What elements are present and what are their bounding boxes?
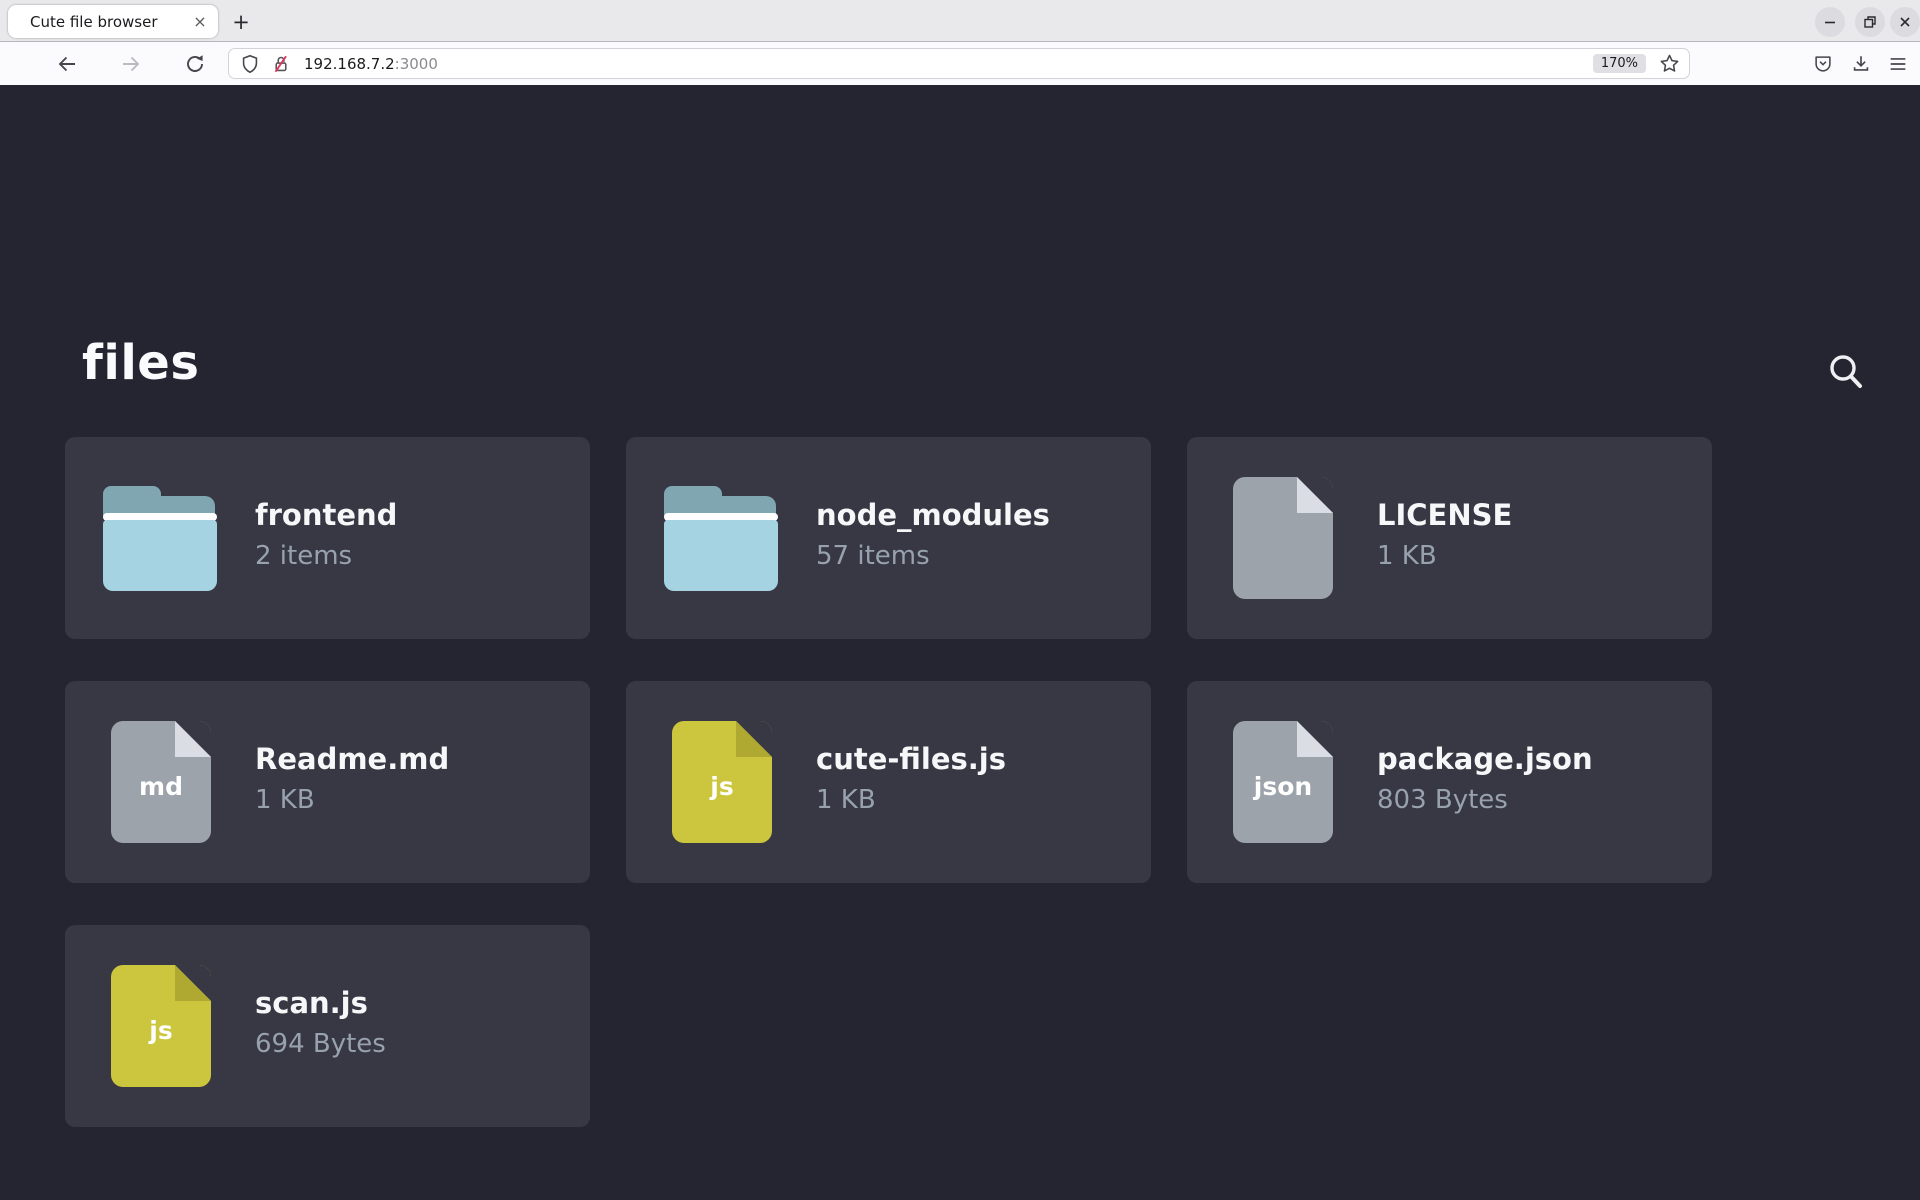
- card-text: Readme.md 1 KB: [255, 741, 574, 817]
- navigation-bar: 192.168.7.2:3000 170%: [0, 42, 1920, 85]
- tab-close-icon[interactable]: ×: [188, 10, 212, 34]
- card-text: package.json 803 Bytes: [1377, 741, 1696, 817]
- url-host: 192.168.7.2: [304, 55, 395, 73]
- card-icon-area: json: [1225, 681, 1355, 883]
- file-name: node_modules: [816, 497, 1135, 533]
- file-meta: 1 KB: [1377, 539, 1696, 573]
- menu-icon: [1887, 53, 1909, 75]
- file-name: package.json: [1377, 741, 1696, 777]
- card-icon-area: [664, 437, 794, 639]
- file-card[interactable]: js cute-files.js 1 KB: [626, 681, 1151, 883]
- file-grid: frontend 2 items node_modules 57 items LICEN…: [65, 437, 1712, 1127]
- search-icon: [1823, 350, 1869, 396]
- pocket-icon: [1812, 53, 1834, 75]
- tab-title: Cute file browser: [30, 13, 188, 31]
- file-meta: 803 Bytes: [1377, 783, 1696, 817]
- file-extension-label: js: [710, 764, 733, 801]
- download-icon: [1850, 53, 1872, 75]
- page-title: files: [82, 335, 199, 391]
- lock-slash-icon[interactable]: [270, 53, 292, 75]
- pocket-button[interactable]: [1808, 49, 1837, 78]
- file-card[interactable]: md Readme.md 1 KB: [65, 681, 590, 883]
- search-button[interactable]: [1820, 347, 1872, 399]
- minimize-button[interactable]: [1815, 7, 1845, 37]
- reload-button[interactable]: [180, 49, 209, 78]
- zoom-level-badge[interactable]: 170%: [1593, 54, 1646, 73]
- url-port: :3000: [395, 55, 438, 73]
- back-button[interactable]: [52, 49, 81, 78]
- card-icon-area: js: [103, 925, 233, 1127]
- file-meta: 1 KB: [816, 783, 1135, 817]
- card-text: node_modules 57 items: [816, 497, 1135, 573]
- forward-button[interactable]: [116, 49, 145, 78]
- card-text: frontend 2 items: [255, 497, 574, 573]
- browser-tab[interactable]: Cute file browser ×: [8, 5, 218, 38]
- file-card[interactable]: json package.json 803 Bytes: [1187, 681, 1712, 883]
- card-icon-area: md: [103, 681, 233, 883]
- file-icon: js: [111, 965, 211, 1087]
- card-text: cute-files.js 1 KB: [816, 741, 1135, 817]
- menu-button[interactable]: [1883, 49, 1912, 78]
- restore-icon: [1863, 15, 1877, 29]
- back-icon: [55, 52, 79, 76]
- shield-icon[interactable]: [239, 53, 261, 75]
- card-text: LICENSE 1 KB: [1377, 497, 1696, 573]
- file-icon: md: [111, 721, 211, 843]
- file-card[interactable]: frontend 2 items: [65, 437, 590, 639]
- file-name: cute-files.js: [816, 741, 1135, 777]
- close-icon: [1898, 15, 1912, 29]
- new-tab-button[interactable]: +: [227, 8, 255, 36]
- page-content: files frontend 2 items node_modules 57 item…: [0, 85, 1920, 1200]
- minimize-icon: [1823, 15, 1837, 29]
- file-meta: 694 Bytes: [255, 1027, 574, 1061]
- file-extension-label: md: [139, 764, 183, 801]
- card-icon-area: [1225, 437, 1355, 639]
- folder-icon: [103, 486, 217, 591]
- url-text: 192.168.7.2:3000: [304, 55, 1593, 73]
- file-name: Readme.md: [255, 741, 574, 777]
- file-extension-label: json: [1254, 764, 1312, 801]
- download-button[interactable]: [1846, 49, 1875, 78]
- file-name: LICENSE: [1377, 497, 1696, 533]
- file-card[interactable]: js scan.js 694 Bytes: [65, 925, 590, 1127]
- file-icon: json: [1233, 721, 1333, 843]
- reload-icon: [183, 52, 207, 76]
- card-text: scan.js 694 Bytes: [255, 985, 574, 1061]
- file-meta: 1 KB: [255, 783, 574, 817]
- file-extension-label: js: [149, 1008, 172, 1045]
- restore-button[interactable]: [1855, 7, 1885, 37]
- file-meta: 2 items: [255, 539, 574, 573]
- file-name: frontend: [255, 497, 574, 533]
- file-name: scan.js: [255, 985, 574, 1021]
- folder-icon: [664, 486, 778, 591]
- file-card[interactable]: node_modules 57 items: [626, 437, 1151, 639]
- close-button[interactable]: [1890, 7, 1920, 37]
- file-icon: [1233, 477, 1333, 599]
- card-icon-area: [103, 437, 233, 639]
- file-meta: 57 items: [816, 539, 1135, 573]
- file-card[interactable]: LICENSE 1 KB: [1187, 437, 1712, 639]
- tab-bar: Cute file browser × +: [0, 0, 1920, 42]
- star-icon[interactable]: [1658, 52, 1681, 75]
- card-icon-area: js: [664, 681, 794, 883]
- url-bar[interactable]: 192.168.7.2:3000 170%: [228, 48, 1690, 79]
- forward-icon: [119, 52, 143, 76]
- file-icon: js: [672, 721, 772, 843]
